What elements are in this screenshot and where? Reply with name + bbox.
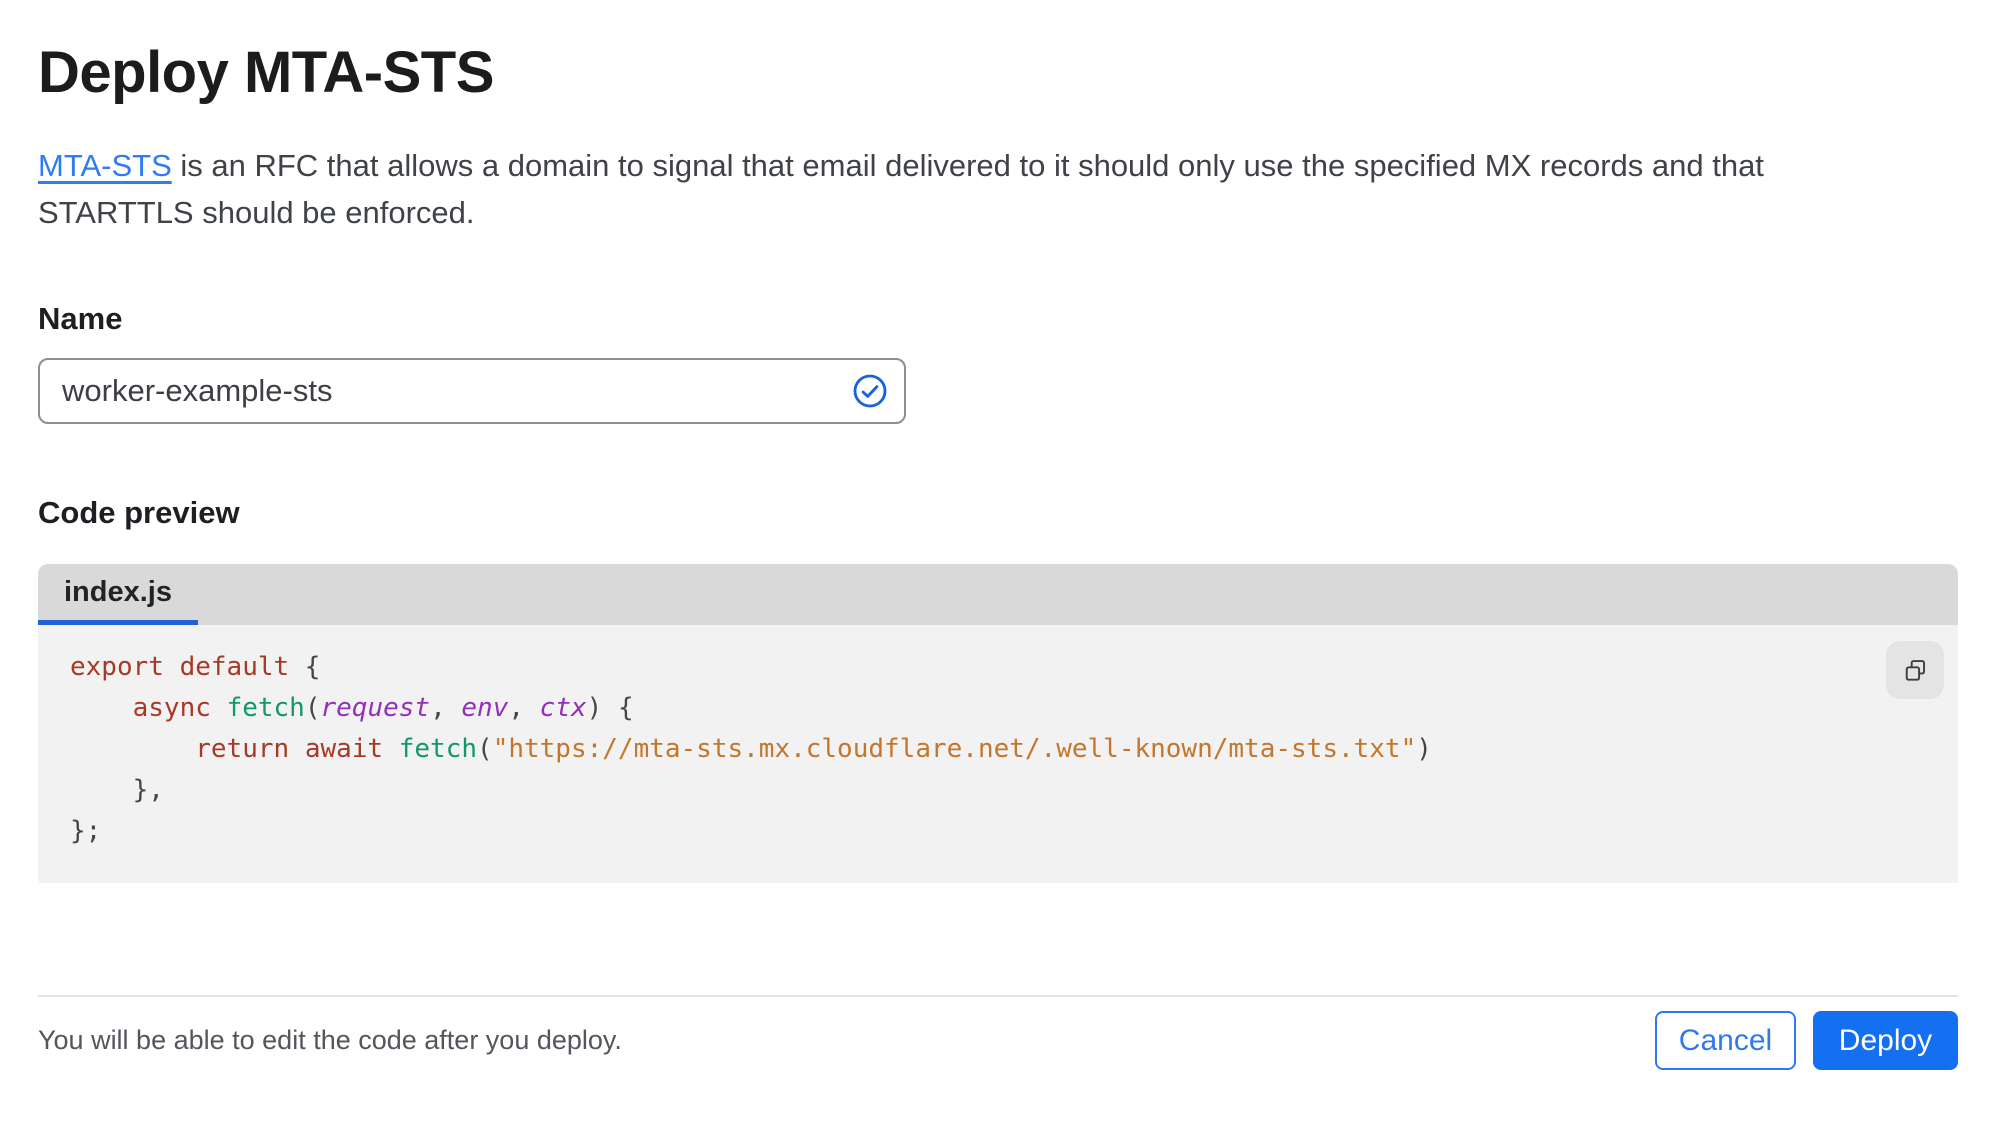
tab-indexjs[interactable]: index.js — [38, 564, 198, 625]
code-line: export default { — [70, 652, 321, 682]
code-line: return await fetch("https://mta-sts.mx.c… — [195, 734, 1432, 764]
footer-divider — [38, 995, 1958, 997]
page-title: Deploy MTA-STS — [38, 40, 494, 105]
code-tabbar: index.js — [38, 564, 1958, 625]
copy-icon — [1905, 659, 1925, 681]
copy-button[interactable] — [1886, 641, 1944, 699]
check-circle-icon — [852, 373, 888, 409]
description-text: is an RFC that allows a domain to signal… — [38, 148, 1764, 230]
name-input-wrapper — [38, 358, 906, 424]
footer-actions: Cancel Deploy — [1655, 1011, 1958, 1070]
name-input[interactable] — [38, 358, 906, 424]
code-line: }; — [70, 816, 102, 846]
footer-note: You will be able to edit the code after … — [38, 1025, 622, 1055]
code-preview-section: Code preview index.js export default { a… — [38, 494, 1958, 883]
code-line: }, — [70, 775, 164, 805]
code-area: export default { async fetch(request, en… — [38, 625, 1958, 883]
code-lines: export default { async fetch(request, en… — [70, 647, 1924, 852]
cancel-button[interactable]: Cancel — [1655, 1011, 1796, 1070]
description: MTA-STS is an RFC that allows a domain t… — [38, 142, 1918, 236]
mta-sts-link[interactable]: MTA-STS — [38, 148, 172, 183]
deploy-button[interactable]: Deploy — [1813, 1011, 1958, 1070]
tab-indexjs-label: index.js — [64, 575, 172, 608]
footer: You will be able to edit the code after … — [38, 1011, 1958, 1070]
deploy-mta-sts-page: Deploy MTA-STS MTA-STS is an RFC that al… — [0, 0, 1999, 1070]
code-preview-label: Code preview — [38, 495, 240, 530]
code-line: async fetch(request, env, ctx) { — [132, 693, 634, 723]
name-section: Name — [38, 300, 1958, 424]
name-label: Name — [38, 301, 123, 336]
code-editor: index.js export default { async fetch(re… — [38, 564, 1958, 883]
